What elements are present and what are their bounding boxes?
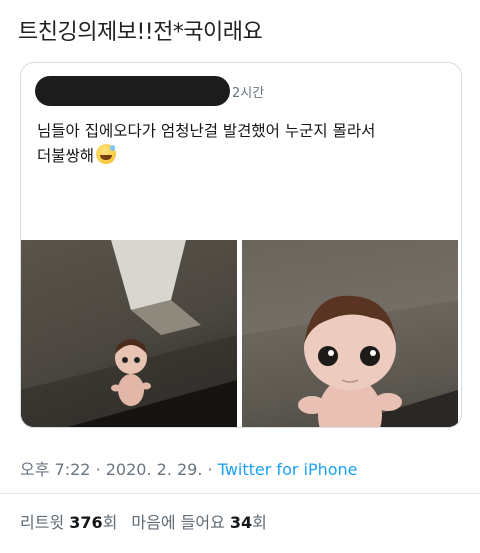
quoted-tweet-card[interactable]: 2시간 님들아 집에오다가 엄청난걸 발견했어 누군지 몰라서 더불쌍해: [20, 62, 462, 428]
tweet-source-link[interactable]: Twitter for iPhone: [218, 460, 358, 479]
redacted-username: [35, 76, 230, 106]
quoted-tweet-header: 2시간: [35, 75, 264, 107]
quoted-tweet-text-line1: 님들아 집에오다가 엄청난걸 발견했어 누군지 몰라서: [37, 122, 376, 140]
tweet-meta: 오후 7:22 · 2020. 2. 29. · Twitter for iPh…: [20, 456, 358, 480]
retweets-unit: 회: [102, 513, 118, 532]
quoted-tweet-time: 2시간: [232, 85, 265, 101]
meta-separator: ·: [95, 460, 101, 479]
likes-count: 34: [229, 513, 253, 532]
grinning-sweat-emoji-icon: [96, 144, 117, 164]
meta-separator: ·: [207, 460, 213, 479]
likes-unit: 회: [252, 513, 267, 532]
tweet-photo-right[interactable]: [242, 240, 458, 427]
divider: [0, 493, 480, 494]
retweets-label: 리트윗: [20, 513, 65, 532]
quoted-tweet-text: 님들아 집에오다가 엄청난걸 발견했어 누군지 몰라서 더불쌍해: [37, 119, 447, 169]
tweet-time: 오후 7:22: [20, 460, 91, 479]
tweet-photo-left[interactable]: [21, 240, 237, 427]
post-title: 트친깅의제보!!전*국이래요: [18, 20, 263, 45]
tweet-date[interactable]: 2020. 2. 29.: [106, 460, 203, 479]
likes-label: 마음에 들어요: [131, 513, 225, 532]
quoted-tweet-text-line2: 더불쌍해: [37, 147, 95, 165]
tweet-stats: 리트윗 376회 마음에 들어요 34회: [20, 509, 267, 533]
retweets-count: 376: [69, 513, 103, 532]
plush-doll-photo-right: [242, 240, 458, 427]
retweets-stat[interactable]: 리트윗 376회: [20, 513, 117, 532]
plush-doll-photo-left: [21, 240, 237, 427]
likes-stat[interactable]: 마음에 들어요 34회: [131, 513, 267, 532]
